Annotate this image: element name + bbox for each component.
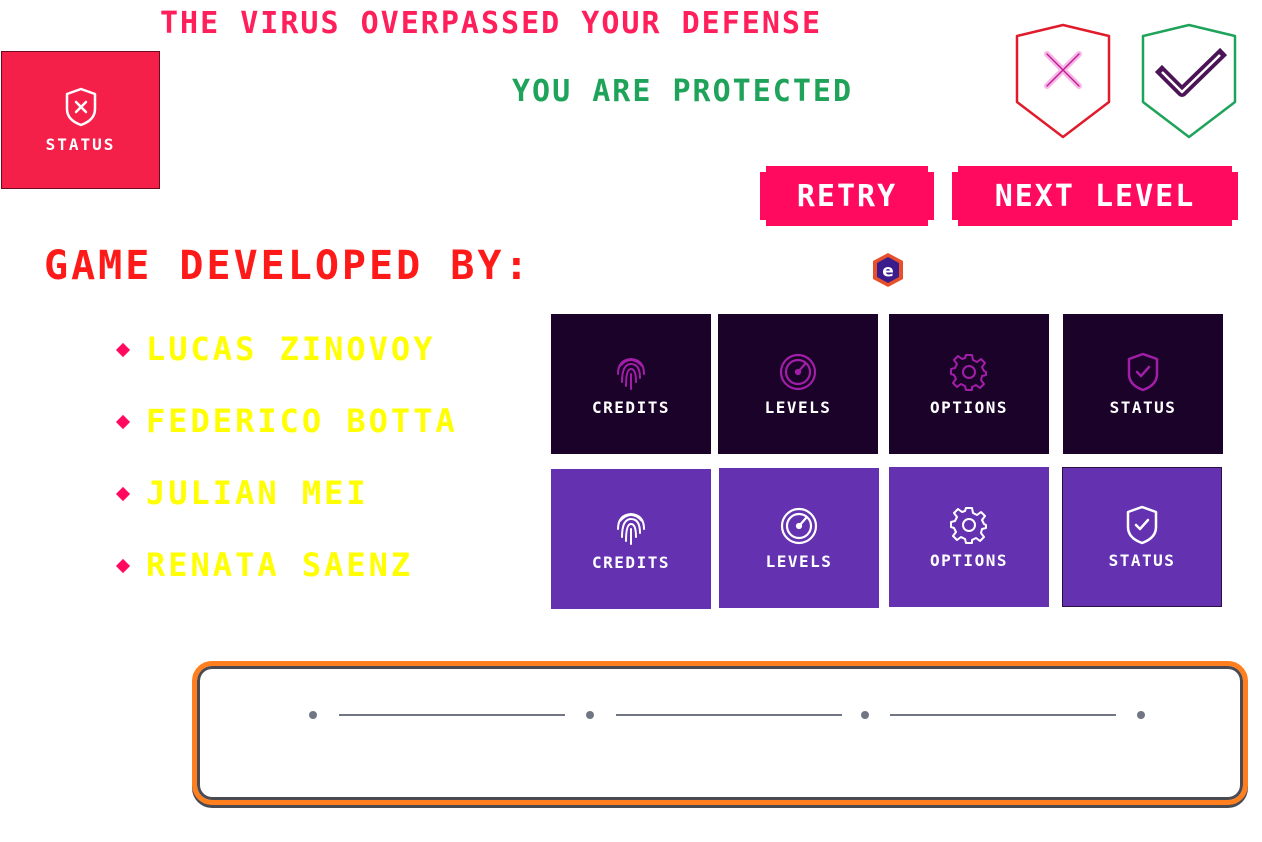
tile-label: CREDITS [592, 397, 670, 417]
defeat-message: THE VIRUS OVERPASSED YOUR DEFENSE [160, 6, 823, 41]
fingerprint-icon [617, 357, 645, 390]
step-connector [339, 714, 565, 716]
fingerprint-icon [617, 512, 645, 545]
levels-tile-dark[interactable]: LEVELS [718, 314, 878, 454]
fail-shield-icon [1015, 23, 1111, 139]
developer-list: LUCAS ZINOVOY FEDERICO BOTTA JULIAN MEI … [115, 330, 458, 618]
credits-tile-dark[interactable]: CREDITS [551, 314, 711, 454]
options-tile-dark[interactable]: OPTIONS [889, 314, 1049, 454]
diamond-bullet-icon [115, 486, 131, 502]
tile-label: STATUS [1108, 550, 1176, 570]
developer-name: RENATA SAENZ [146, 546, 414, 584]
shield-check-icon [1126, 505, 1158, 544]
step-dot [1137, 711, 1145, 719]
shield-check-icon [1127, 352, 1159, 391]
status-card[interactable]: STATUS [1, 51, 160, 189]
status-tile-light[interactable]: STATUS [1062, 467, 1222, 607]
list-item: LUCAS ZINOVOY [115, 330, 458, 402]
gear-icon [950, 506, 987, 544]
developers-heading: GAME DEVELOPED BY: [44, 243, 532, 289]
gauge-icon [779, 353, 817, 390]
diamond-bullet-icon [115, 558, 131, 574]
developer-name: FEDERICO BOTTA [146, 402, 458, 440]
level-progress-stepper [192, 661, 1248, 805]
step-dot [309, 711, 317, 719]
step-connector [890, 714, 1116, 716]
gauge-icon [780, 507, 818, 544]
gear-icon [950, 353, 987, 391]
retry-button[interactable]: RETRY [760, 166, 934, 226]
list-item: FEDERICO BOTTA [115, 402, 458, 474]
developer-name: LUCAS ZINOVOY [146, 330, 436, 368]
list-item: JULIAN MEI [115, 474, 458, 546]
list-item: RENATA SAENZ [115, 546, 458, 618]
step-connector [616, 714, 842, 716]
shield-x-icon [65, 87, 96, 126]
status-card-label: STATUS [45, 134, 116, 154]
tile-label: OPTIONS [930, 397, 1008, 417]
tile-label: OPTIONS [930, 550, 1008, 570]
next-level-button[interactable]: NEXT LEVEL [952, 166, 1238, 226]
tile-label: LEVELS [765, 551, 833, 571]
credits-tile-light[interactable]: CREDITS [551, 469, 711, 609]
success-shield-icon [1141, 23, 1237, 139]
options-tile-light[interactable]: OPTIONS [889, 467, 1049, 607]
tile-label: LEVELS [764, 397, 832, 417]
tile-label: CREDITS [592, 552, 670, 572]
studio-logo-icon: e [873, 253, 903, 287]
victory-message: YOU ARE PROTECTED [512, 74, 854, 109]
diamond-bullet-icon [115, 414, 131, 430]
logo-letter: e [882, 262, 894, 282]
status-tile-dark[interactable]: STATUS [1063, 314, 1223, 454]
step-dot [861, 711, 869, 719]
step-dot [586, 711, 594, 719]
diamond-bullet-icon [115, 342, 131, 358]
tile-label: STATUS [1109, 397, 1177, 417]
developer-name: JULIAN MEI [146, 474, 369, 512]
levels-tile-light[interactable]: LEVELS [719, 468, 879, 608]
